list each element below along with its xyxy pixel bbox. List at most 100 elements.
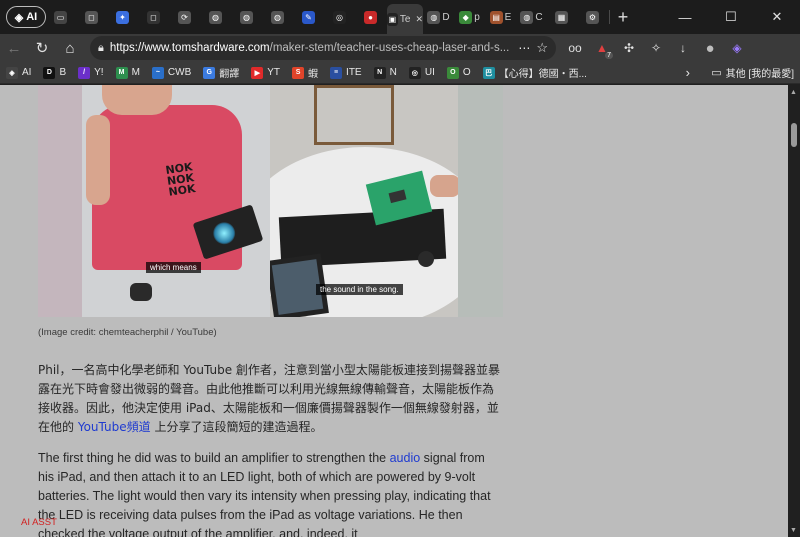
bookmarks-bar: ◈ AI D B / Y! M M ~ CWB G 翻譯 ▶ YT S 蝦 ≡ ITE N N ◎ UI O O 巴【心得】德國… — [0, 62, 800, 84]
copilot-icon[interactable]: ◈ — [724, 35, 750, 61]
ai-assistant-label[interactable]: AI ASST — [21, 517, 57, 528]
bookmark-item[interactable]: MM — [110, 62, 146, 84]
tab-before-3[interactable]: ◻ — [139, 4, 170, 30]
hero-blur-right — [458, 85, 503, 317]
video-frame-setup: the sound in the song. — [270, 85, 458, 317]
back-button[interactable]: ← — [0, 34, 28, 62]
sidebar-icon: ▭ — [54, 10, 67, 24]
scrollbar-thumb[interactable] — [791, 123, 797, 147]
more-icon[interactable]: ⋯ — [518, 41, 530, 55]
yahoo-icon: / — [78, 66, 91, 79]
new-tab-button[interactable]: + — [610, 7, 636, 28]
tab-after-0[interactable]: ◍ D — [423, 4, 454, 30]
reload-button[interactable]: ↻ — [28, 34, 56, 62]
teacher-neck — [102, 85, 172, 115]
ai-label: AI — [26, 11, 38, 23]
speaker-knob — [418, 251, 434, 267]
bookmark-item[interactable]: ◎ UI — [403, 62, 441, 84]
minimize-button[interactable]: — — [662, 0, 708, 34]
bookmark-label: YT — [267, 67, 281, 78]
app-icon: ◻ — [85, 10, 98, 24]
avatar-icon[interactable]: ● — [697, 35, 723, 61]
web-page: NOK NOK NOK which means the sound in the… — [0, 85, 788, 537]
bookmark-item[interactable]: NN — [368, 62, 403, 84]
page-scrollbar[interactable]: ▲ ▼ — [788, 85, 800, 537]
openai-icon: ◎ — [333, 10, 346, 24]
tab-before-10[interactable]: ● — [356, 4, 387, 30]
tab-before-4[interactable]: ⟳ — [170, 4, 201, 30]
url-text[interactable]: https://www.tomshardware.com/maker-stem/… — [110, 42, 512, 54]
globe-icon: ◍ — [240, 10, 253, 24]
tab-before-1[interactable]: ◻ — [77, 4, 108, 30]
pinwheel-icon[interactable]: ✣ — [616, 35, 642, 61]
tab-after-1[interactable]: ◆ p — [454, 4, 485, 30]
bookmark-item[interactable]: OO — [441, 62, 477, 84]
other-favorites-label: 其他 [我的最愛] — [725, 69, 794, 80]
other-favorites-folder[interactable]: ▭ 其他 [我的最愛] — [711, 65, 794, 80]
bookmark-item[interactable]: ▶ YT — [245, 62, 286, 84]
gemini-icon: ✦ — [116, 10, 129, 24]
tab-after-2[interactable]: ▤ E — [485, 4, 516, 30]
bookmark-item[interactable]: ~ CWB — [146, 62, 197, 84]
address-bar[interactable]: 🔒︎ https://www.tomshardware.com/maker-st… — [90, 36, 556, 60]
tab-before-2[interactable]: ✦ — [108, 4, 139, 30]
close-window-button[interactable]: ✕ — [754, 0, 800, 34]
tab-before-9[interactable]: ◎ — [325, 4, 356, 30]
bookmark-item[interactable]: G 翻譯 — [197, 62, 245, 84]
bookmark-label: CWB — [167, 67, 192, 78]
tab-after-3[interactable]: ◍ C — [516, 4, 547, 30]
bookmark-item[interactable]: S蝦 — [286, 62, 324, 84]
tab-before-8[interactable]: ✎ — [294, 4, 325, 30]
maximize-button[interactable]: ☐ — [708, 0, 754, 34]
article-paragraph-zh: Phil，一名高中化學老師和 YouTube 創作者，注意到當小型太陽能板連接到… — [38, 361, 502, 437]
url-path: /maker-stem/teacher-uses-cheap-laser-and… — [269, 42, 510, 54]
window-controls: — ☐ ✕ — [662, 0, 800, 34]
n-icon: N — [373, 66, 386, 79]
tab-before-6[interactable]: ◍ — [232, 4, 263, 30]
tab-before-7[interactable]: ◍ — [263, 4, 294, 30]
tab-before-5[interactable]: ◍ — [201, 4, 232, 30]
tab-after-4[interactable]: ▦ — [547, 4, 578, 30]
bookmark-item[interactable]: ◈ AI — [0, 62, 37, 84]
teacher-arm — [86, 115, 110, 205]
bookmark-item[interactable]: DB — [37, 62, 72, 84]
audio-link[interactable]: audio — [390, 451, 421, 465]
ai-workspace-button[interactable]: ◈ AI — [6, 6, 46, 28]
hand — [430, 175, 458, 197]
site-info-icon[interactable]: 🔒︎ — [98, 42, 104, 55]
hero-blur-left — [38, 85, 82, 317]
tab-after-5[interactable]: ⚙ — [578, 4, 609, 30]
home-button[interactable]: ⌂ — [56, 34, 84, 62]
puzzle-icon[interactable]: ✧ — [643, 35, 669, 61]
navigation-bar: ← ↻ ⌂ 🔒︎ https://www.tomshardware.com/ma… — [0, 34, 800, 62]
shirt-print: NOK NOK NOK — [164, 160, 197, 199]
bookmark-item[interactable]: 巴【心得】德國・西... — [477, 62, 593, 84]
extensions-area: oo ▲ 7 ✣ ✧ ↓ ● ◈ — [562, 35, 750, 61]
globe-icon: ◍ — [209, 10, 222, 24]
m-icon: M — [115, 66, 128, 79]
arrow-left-icon: ← — [6, 39, 22, 57]
scroll-up-icon[interactable]: ▲ — [790, 89, 797, 96]
scroll-down-icon[interactable]: ▼ — [790, 527, 797, 534]
bookmark-label: Y! — [94, 67, 104, 78]
tab-active[interactable]: ▣ Te ✕ — [387, 4, 423, 34]
close-icon[interactable]: ✕ — [415, 14, 423, 25]
bookmark-item[interactable]: / Y! — [72, 62, 109, 84]
up-icon[interactable]: ▲ 7 — [589, 35, 615, 61]
news-icon: ● — [364, 10, 377, 24]
favorite-star-icon[interactable]: ☆ — [536, 40, 548, 56]
bookmarks-overflow-button[interactable]: › — [686, 65, 690, 80]
tab-before-0[interactable]: ▭ — [46, 4, 77, 30]
globe-icon: ◍ — [271, 10, 284, 24]
home-icon: ⌂ — [65, 39, 75, 57]
url-host: https://www.tomshardware.com — [109, 42, 270, 54]
bahamut-icon: 巴 — [482, 66, 495, 79]
bookmark-item[interactable]: ≡ ITE — [324, 62, 368, 84]
bookmark-label: UI — [424, 67, 435, 78]
download-icon[interactable]: ↓ — [670, 35, 696, 61]
glasses-icon[interactable]: oo — [562, 35, 588, 61]
youtube-channel-link[interactable]: YouTube頻道 — [78, 420, 151, 434]
article-hero-image: NOK NOK NOK which means the sound in the… — [38, 85, 503, 317]
article-paragraph-en: The first thing he did was to build an a… — [38, 449, 502, 537]
cwb-icon: ~ — [151, 66, 164, 79]
